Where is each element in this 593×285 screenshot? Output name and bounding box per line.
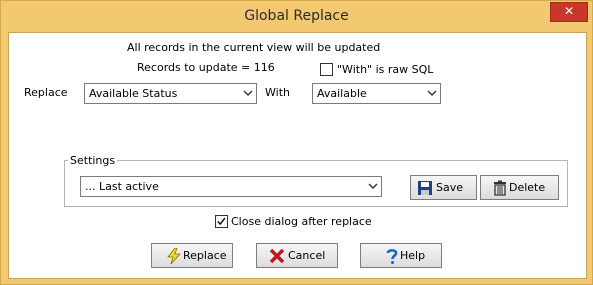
all-records-text: All records in the current view will be …: [127, 41, 381, 54]
delete-button[interactable]: Delete: [480, 175, 559, 200]
title-bar[interactable]: Global Replace ✕: [1, 1, 592, 32]
x-icon: [269, 248, 285, 264]
with-value: Available: [317, 87, 367, 100]
with-value-select[interactable]: Available: [312, 83, 441, 104]
global-replace-dialog: Global Replace ✕ All records in the curr…: [0, 0, 593, 285]
chevron-down-icon: [243, 90, 253, 96]
replace-button[interactable]: Replace: [151, 243, 233, 268]
with-label: With: [265, 86, 290, 99]
cancel-button-label: Cancel: [288, 249, 326, 262]
cancel-button[interactable]: Cancel: [256, 243, 338, 268]
close-after-replace-checkbox[interactable]: [215, 215, 228, 228]
settings-selected-value: ... Last active: [85, 180, 159, 193]
replace-field-value: Available Status: [89, 87, 178, 100]
save-button[interactable]: Save: [410, 175, 477, 200]
floppy-disk-icon: [418, 181, 432, 195]
dialog-body: All records in the current view will be …: [8, 32, 587, 279]
help-button[interactable]: Help: [360, 243, 442, 268]
settings-select[interactable]: ... Last active: [80, 176, 382, 197]
close-after-replace-label[interactable]: Close dialog after replace: [231, 215, 372, 228]
window-title: Global Replace: [244, 8, 349, 24]
delete-button-label: Delete: [509, 181, 546, 194]
save-button-label: Save: [436, 181, 464, 194]
checkmark-icon: [217, 217, 226, 226]
chevron-down-icon: [368, 183, 378, 189]
settings-group-label: Settings: [68, 154, 118, 167]
lightning-icon: [167, 248, 181, 264]
raw-sql-checkbox[interactable]: [320, 63, 333, 76]
chevron-down-icon: [427, 90, 437, 96]
replace-field-select[interactable]: Available Status: [84, 83, 257, 104]
replace-button-label: Replace: [183, 249, 227, 262]
window-close-button[interactable]: ✕: [550, 2, 588, 22]
replace-label: Replace: [24, 86, 68, 99]
records-count-text: Records to update = 116: [137, 61, 275, 74]
trash-icon: [494, 180, 506, 196]
help-button-label: Help: [400, 249, 426, 262]
raw-sql-label[interactable]: "With" is raw SQL: [337, 63, 433, 76]
question-mark-icon: [386, 249, 398, 264]
